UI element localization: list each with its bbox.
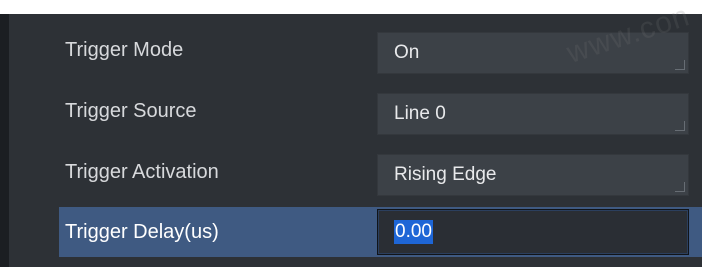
property-row-trigger-activation[interactable]: Trigger Activation Rising Edge <box>59 142 702 203</box>
trigger-mode-dropdown[interactable]: On <box>377 32 689 74</box>
dropdown-value: Line 0 <box>394 103 446 124</box>
property-label: Trigger Source <box>65 100 197 122</box>
trigger-source-dropdown[interactable]: Line 0 <box>377 93 689 135</box>
trigger-delay-input[interactable]: 0.00 <box>377 209 689 255</box>
trigger-properties-panel: Trigger Mode On Trigger Source Line 0 Tr… <box>9 14 702 267</box>
property-label: Trigger Activation <box>65 161 219 183</box>
dropdown-value: Rising Edge <box>394 164 497 185</box>
property-row-trigger-delay[interactable]: Trigger Delay(us) 0.00 <box>59 207 702 257</box>
dropdown-corner-icon <box>675 60 685 70</box>
property-label: Trigger Delay(us) <box>65 220 219 243</box>
dropdown-corner-icon <box>675 121 685 131</box>
input-selected-value: 0.00 <box>394 220 433 244</box>
dropdown-corner-icon <box>675 182 685 192</box>
trigger-activation-dropdown[interactable]: Rising Edge <box>377 154 689 196</box>
property-row-trigger-mode[interactable]: Trigger Mode On <box>59 20 702 81</box>
property-label: Trigger Mode <box>65 39 184 61</box>
left-edge-strip <box>0 14 9 267</box>
dropdown-value: On <box>394 42 420 63</box>
property-row-trigger-source[interactable]: Trigger Source Line 0 <box>59 81 702 142</box>
